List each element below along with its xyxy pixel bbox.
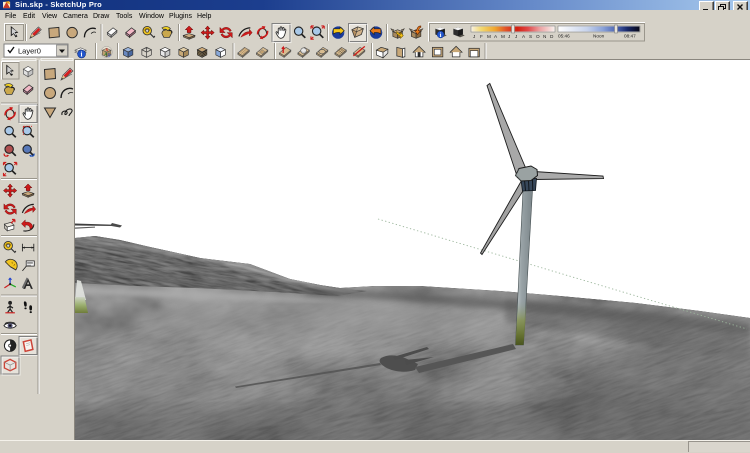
svg-text:Noon: Noon (593, 34, 605, 39)
svg-text:S: S (106, 48, 109, 52)
svg-text:J: J (515, 34, 517, 39)
svg-text:i: i (81, 51, 83, 59)
svg-text:M: M (487, 34, 491, 39)
svg-text:D: D (108, 52, 111, 57)
svg-text:N: N (543, 34, 546, 39)
svg-text:J: J (473, 34, 475, 39)
svg-text:F: F (480, 34, 483, 39)
svg-text:O: O (536, 34, 540, 39)
svg-text:Layer0: Layer0 (18, 47, 41, 56)
svg-text:08:47: 08:47 (624, 34, 636, 39)
svg-text:M: M (501, 34, 505, 39)
svg-text:i: i (440, 32, 442, 39)
svg-text:J: J (508, 34, 510, 39)
svg-text:S: S (529, 34, 532, 39)
svg-text:05:46: 05:46 (558, 34, 570, 39)
